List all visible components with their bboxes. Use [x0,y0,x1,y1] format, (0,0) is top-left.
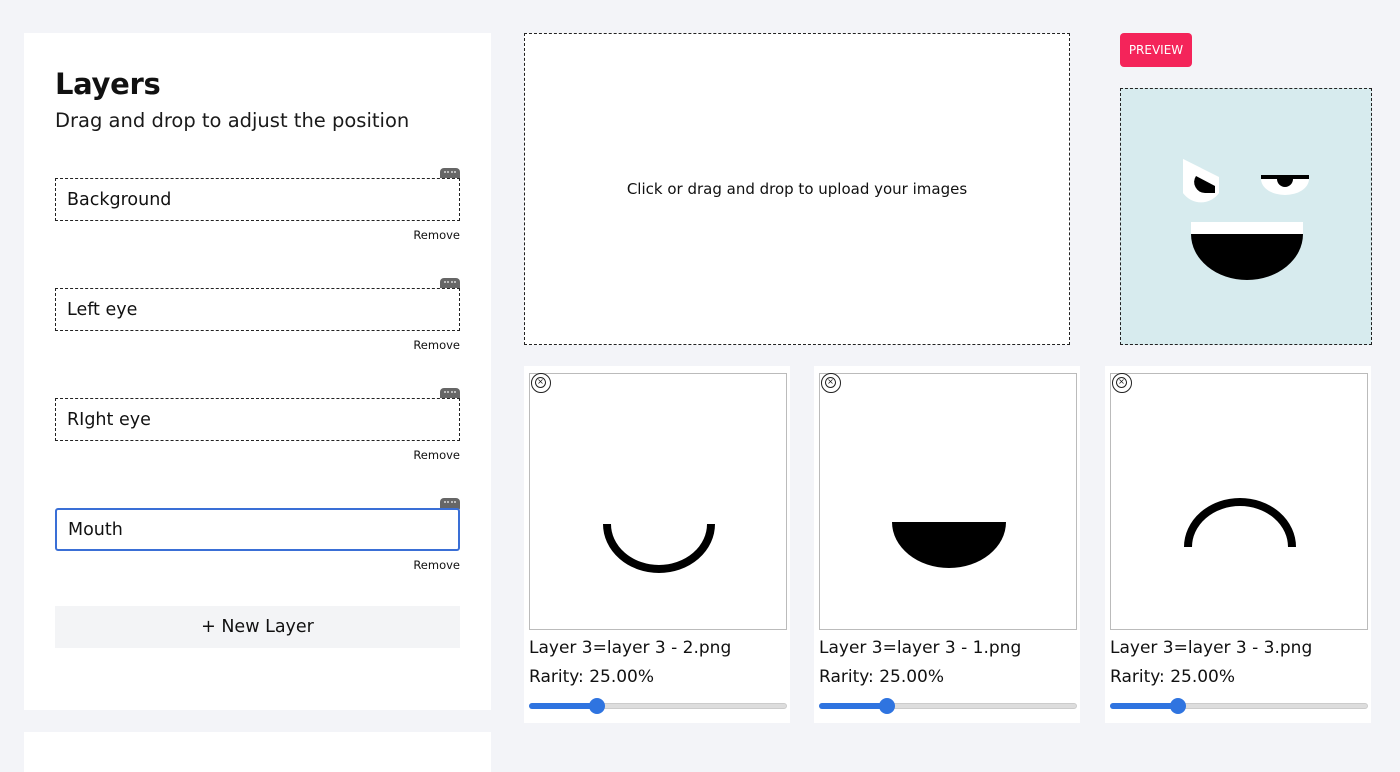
half-circle-mouth-icon [892,522,1006,568]
frown-arc-icon [1184,498,1296,548]
preview-button[interactable]: PREVIEW [1120,33,1192,67]
remove-layer-link[interactable]: Remove [413,338,460,352]
layer-image-frame [819,373,1077,630]
layer-name-input[interactable] [55,398,460,441]
layers-subtitle: Drag and drop to adjust the position [55,109,410,132]
rarity-label: Rarity: 25.00% [1110,667,1236,687]
remove-image-icon[interactable]: × [531,373,551,393]
layer-name-input[interactable] [55,178,460,221]
layer-image-frame [1110,373,1368,630]
image-filename: Layer 3=layer 3 - 1.png [819,638,1022,658]
slider-thumb[interactable] [589,698,605,714]
rarity-label: Rarity: 25.00% [529,667,655,687]
layer-image-card: × Layer 3=layer 3 - 1.png Rarity: 25.00% [814,366,1080,723]
image-filename: Layer 3=layer 3 - 3.png [1110,638,1313,658]
layer-image-card: × Layer 3=layer 3 - 3.png Rarity: 25.00% [1105,366,1371,723]
rarity-slider[interactable] [529,697,787,715]
new-layer-button[interactable]: + New Layer [55,606,460,648]
left-eye-icon [1183,159,1219,203]
rarity-slider[interactable] [819,697,1077,715]
layer-image-frame [529,373,787,630]
slider-thumb[interactable] [879,698,895,714]
layer-image-card: × Layer 3=layer 3 - 2.png Rarity: 25.00% [524,366,790,723]
mouth-icon [1191,222,1303,280]
slider-thumb[interactable] [1170,698,1186,714]
remove-layer-link[interactable]: Remove [413,228,460,242]
preview-canvas [1120,88,1372,345]
layers-panel: Layers Drag and drop to adjust the posit… [24,33,491,710]
remove-image-icon[interactable]: × [821,373,841,393]
remove-layer-link[interactable]: Remove [413,448,460,462]
upload-prompt: Click or drag and drop to upload your im… [626,180,968,198]
layers-title: Layers [55,67,161,101]
upload-dropzone[interactable]: Click or drag and drop to upload your im… [524,33,1070,345]
remove-layer-link[interactable]: Remove [413,558,460,572]
smile-arc-icon [603,523,715,573]
right-eye-icon [1261,175,1309,195]
secondary-panel [24,732,491,772]
remove-image-icon[interactable]: × [1112,373,1132,393]
layer-name-input-active[interactable] [55,508,460,551]
layer-name-input[interactable] [55,288,460,331]
face-preview-image [1183,159,1309,280]
rarity-label: Rarity: 25.00% [819,667,945,687]
rarity-slider[interactable] [1110,697,1368,715]
image-filename: Layer 3=layer 3 - 2.png [529,638,732,658]
